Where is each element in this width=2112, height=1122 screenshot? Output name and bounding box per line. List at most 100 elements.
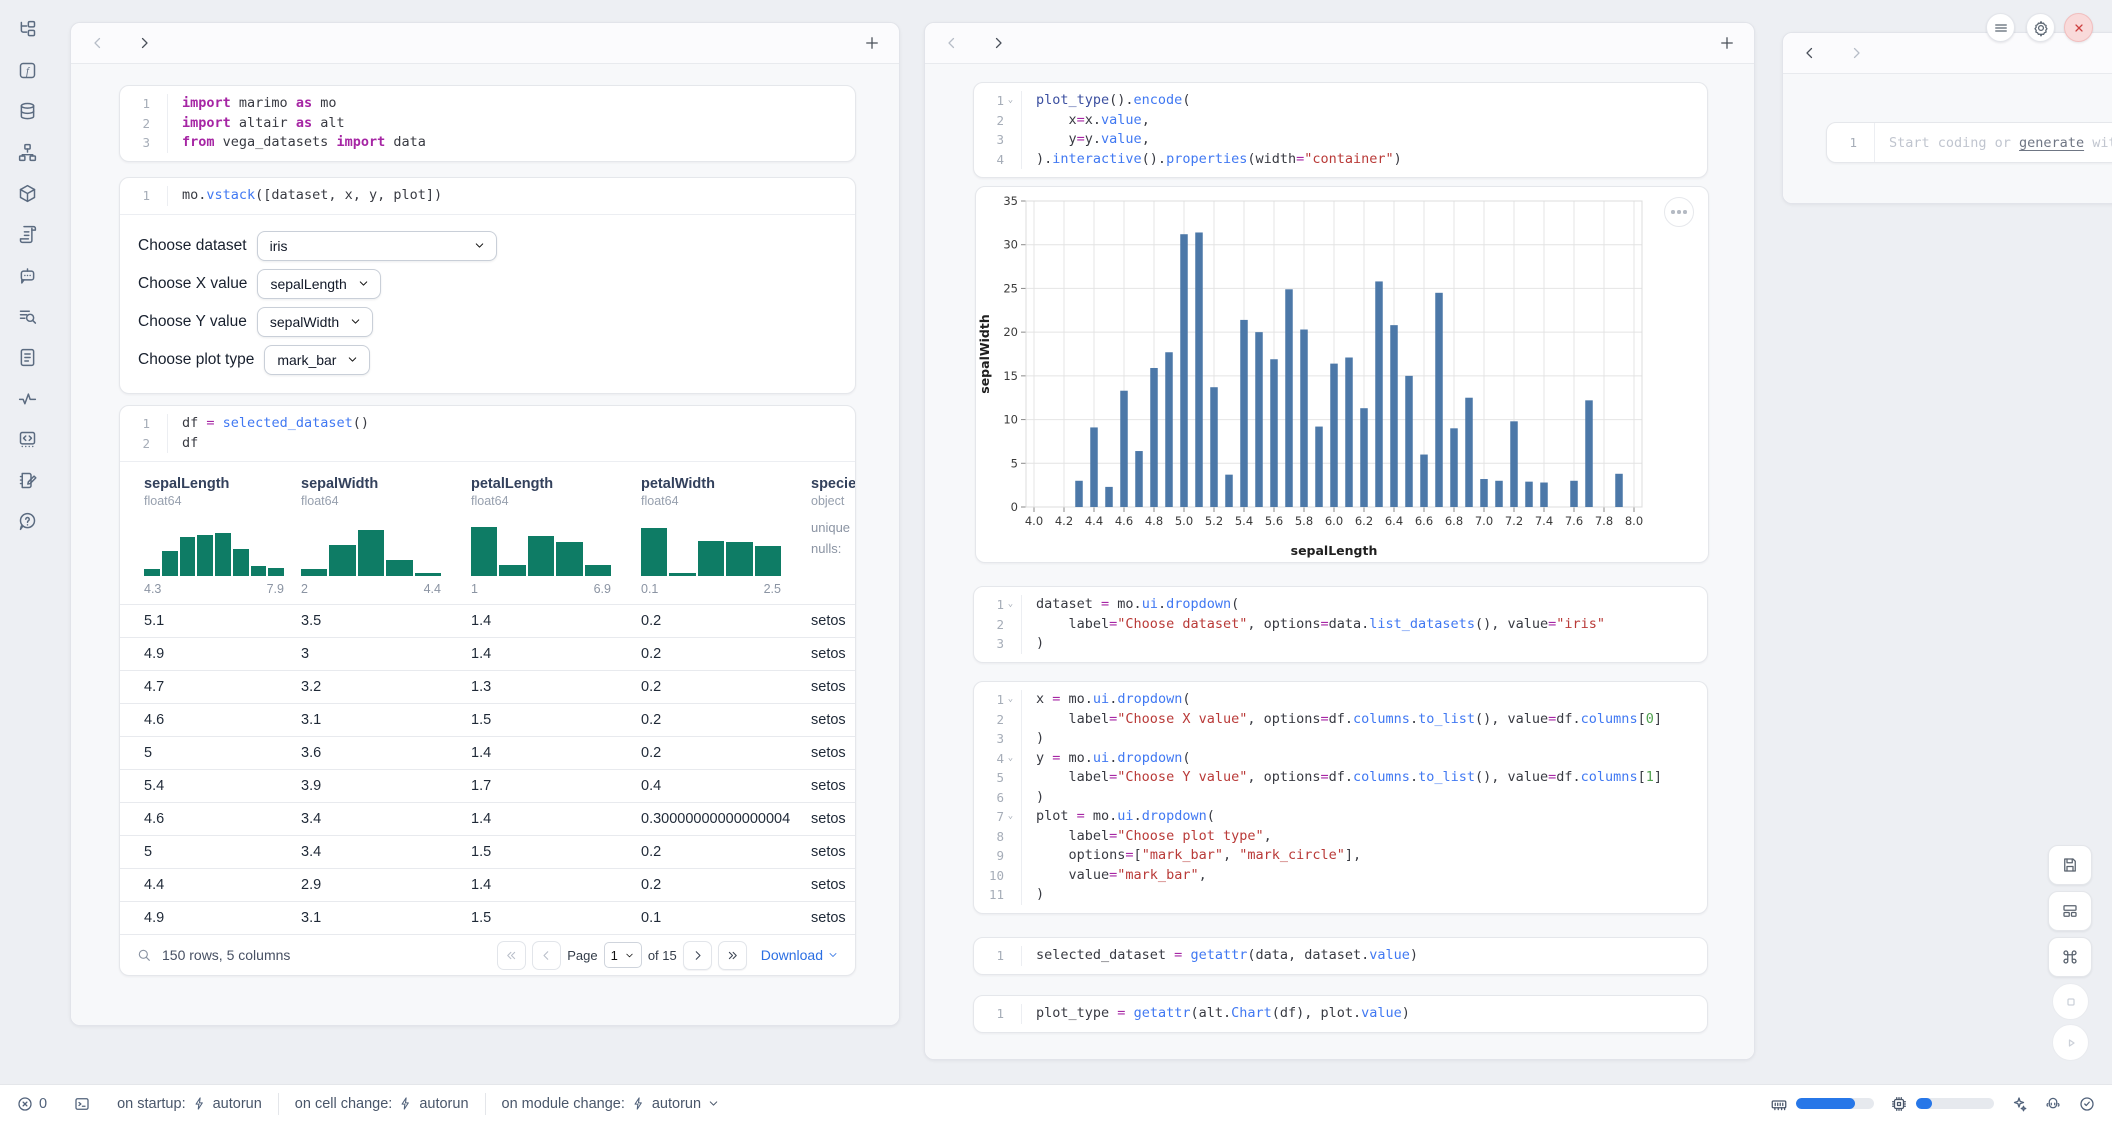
code-line[interactable]: 1⌄x = mo.ui.dropdown( [974, 690, 1707, 710]
rail-documentation-icon[interactable] [15, 344, 41, 370]
code-editor[interactable]: 1⌄x = mo.ui.dropdown(2 label="Choose X v… [974, 682, 1707, 913]
table-row[interactable]: 4.73.21.30.2setos [120, 670, 855, 703]
code-line[interactable]: 1import marimo as mo [120, 94, 855, 114]
close-button[interactable] [2064, 13, 2093, 42]
x-value-select[interactable]: sepalLength [257, 269, 380, 299]
copilot-button[interactable] [2044, 1095, 2062, 1113]
code-editor[interactable]: 1⌄plot_type().encode(2 x=x.value,3 y=y.v… [974, 83, 1707, 177]
rail-functions-icon[interactable]: f [15, 57, 41, 83]
chevron-left-icon[interactable] [1801, 44, 1819, 62]
errors-button[interactable]: 0 [16, 1095, 47, 1113]
table-row[interactable]: 4.63.11.50.2setos [120, 703, 855, 736]
column-header[interactable]: petalLengthfloat6416.9 [461, 476, 631, 596]
code-line[interactable]: 4).interactive().properties(width="conta… [974, 150, 1707, 170]
connection-status-button[interactable] [2078, 1095, 2096, 1113]
rail-dependency-graph-icon[interactable] [15, 139, 41, 165]
code-line[interactable]: 1selected_dataset = getattr(data, datase… [974, 946, 1707, 966]
code-line[interactable]: 3) [974, 729, 1707, 749]
column-header[interactable]: sepalWidthfloat6424.4 [291, 476, 461, 596]
run-button[interactable] [2052, 1024, 2089, 1061]
rail-help-icon[interactable] [15, 508, 41, 534]
table-row[interactable]: 4.93.11.50.1setos [120, 901, 855, 934]
column-header[interactable]: sepalLengthfloat644.37.9 [134, 476, 291, 596]
ai-button[interactable] [2010, 1095, 2028, 1113]
add-cell-icon[interactable] [1718, 34, 1736, 52]
code-line[interactable]: 1df = selected_dataset() [120, 414, 855, 434]
layout-button[interactable] [2048, 891, 2092, 931]
code-line[interactable]: 7⌄plot = mo.ui.dropdown( [974, 807, 1707, 827]
rail-package-icon[interactable] [15, 180, 41, 206]
code-line[interactable]: 2 label="Choose X value", options=df.col… [974, 710, 1707, 730]
terminal-button[interactable] [73, 1095, 91, 1113]
code-line[interactable]: 1plot_type = getattr(alt.Chart(df), plot… [974, 1004, 1707, 1024]
table-row[interactable]: 4.63.41.40.30000000000000004setos [120, 802, 855, 835]
stop-button[interactable] [2052, 983, 2089, 1020]
page-select[interactable]: 1 [604, 942, 642, 968]
code-editor[interactable]: 1plot_type = getattr(alt.Chart(df), plot… [974, 996, 1707, 1032]
code-editor[interactable]: 1mo.vstack([dataset, x, y, plot]) [120, 178, 855, 214]
last-page-button[interactable] [718, 941, 747, 970]
rail-tracing-icon[interactable] [15, 385, 41, 411]
rail-database-icon[interactable] [15, 98, 41, 124]
search-icon[interactable] [136, 947, 152, 963]
code-line[interactable]: 5 label="Choose Y value", options=df.col… [974, 768, 1707, 788]
code-line[interactable]: 3 y=y.value, [974, 130, 1707, 150]
chart-menu-button[interactable] [1664, 197, 1694, 227]
next-page-button[interactable] [683, 941, 712, 970]
runtime-config-3[interactable]: on module change:autorun [502, 1096, 721, 1112]
code-editor[interactable]: 1import marimo as mo2import altair as al… [120, 86, 855, 161]
code-line[interactable]: 10 value="mark_bar", [974, 866, 1707, 886]
chevron-right-icon[interactable] [1847, 44, 1865, 62]
shortcuts-button[interactable] [2048, 937, 2092, 977]
prev-page-button[interactable] [532, 941, 561, 970]
rail-snippets-icon[interactable] [15, 426, 41, 452]
chevron-left-icon[interactable] [89, 34, 107, 52]
add-cell-icon[interactable] [863, 34, 881, 52]
code-line[interactable]: 6) [974, 788, 1707, 808]
rail-chat-bot-icon[interactable] [15, 262, 41, 288]
code-editor[interactable]: 1⌄dataset = mo.ui.dropdown(2 label="Choo… [974, 587, 1707, 662]
code-editor[interactable]: 1df = selected_dataset()2df [120, 406, 855, 461]
menu-button[interactable] [1986, 13, 2015, 42]
runtime-config-2[interactable]: on cell change:autorun [295, 1096, 469, 1112]
code-line[interactable]: 1⌄plot_type().encode( [974, 91, 1707, 111]
table-row[interactable]: 53.61.40.2setos [120, 736, 855, 769]
table-row[interactable]: 5.13.51.40.2setos [120, 604, 855, 637]
table-row[interactable]: 53.41.50.2setos [120, 835, 855, 868]
code-line[interactable]: 11) [974, 885, 1707, 905]
code-line[interactable]: 4⌄y = mo.ui.dropdown( [974, 749, 1707, 769]
settings-button[interactable] [2026, 13, 2055, 42]
rail-logs-icon[interactable] [15, 221, 41, 247]
code-line[interactable]: 9 options=["mark_bar", "mark_circle"], [974, 846, 1707, 866]
save-button[interactable] [2048, 845, 2092, 885]
table-row[interactable]: 4.931.40.2setos [120, 637, 855, 670]
column-header[interactable]: speciesobjectuniquenulls: [801, 476, 856, 596]
download-button[interactable]: Download [761, 947, 839, 963]
chevron-right-icon[interactable] [135, 34, 153, 52]
rail-file-tree-icon[interactable] [15, 16, 41, 42]
code-line[interactable]: 2import altair as alt [120, 114, 855, 134]
chevron-right-icon[interactable] [989, 34, 1007, 52]
column-header[interactable]: petalWidthfloat640.12.5 [631, 476, 801, 596]
empty-code-cell[interactable]: 1 Start coding or generate with [1826, 122, 2112, 163]
plot-type-select[interactable]: mark_bar [264, 345, 370, 375]
code-line[interactable]: 1mo.vstack([dataset, x, y, plot]) [120, 186, 855, 206]
code-line[interactable]: 1⌄dataset = mo.ui.dropdown( [974, 595, 1707, 615]
generate-link[interactable]: generate [2019, 135, 2084, 151]
bar-chart[interactable]: 4.04.24.44.64.85.05.25.45.65.86.06.26.46… [976, 187, 1710, 563]
code-line[interactable]: 2 x=x.value, [974, 111, 1707, 131]
dataset-select[interactable]: iris [257, 231, 497, 261]
code-line[interactable]: 3from vega_datasets import data [120, 133, 855, 153]
chevron-left-icon[interactable] [943, 34, 961, 52]
runtime-config-1[interactable]: on startup:autorun [117, 1096, 262, 1112]
first-page-button[interactable] [497, 941, 526, 970]
table-row[interactable]: 4.42.91.40.2setos [120, 868, 855, 901]
code-line[interactable]: 3) [974, 634, 1707, 654]
rail-outline-search-icon[interactable] [15, 303, 41, 329]
code-line[interactable]: 2 label="Choose dataset", options=data.l… [974, 615, 1707, 635]
table-row[interactable]: 5.43.91.70.4setos [120, 769, 855, 802]
code-editor[interactable]: 1selected_dataset = getattr(data, datase… [974, 938, 1707, 974]
rail-scratchpad-icon[interactable] [15, 467, 41, 493]
y-value-select[interactable]: sepalWidth [257, 307, 373, 337]
code-line[interactable]: 2df [120, 434, 855, 454]
